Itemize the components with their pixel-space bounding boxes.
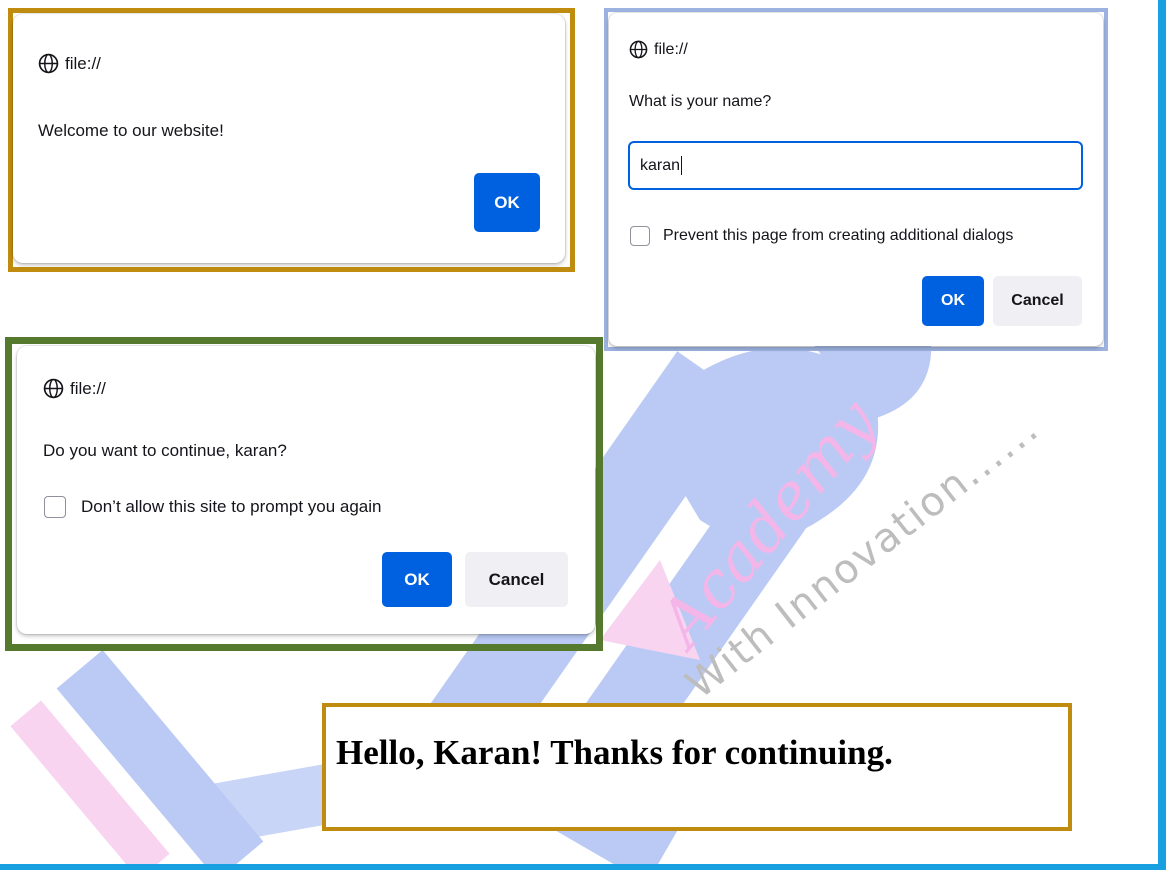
globe-icon — [629, 40, 648, 59]
globe-icon — [43, 378, 64, 399]
prompt-message: What is your name? — [629, 93, 772, 110]
prompt-origin: file:// — [629, 40, 688, 59]
prompt-dialog: file:// What is your name? karan Prevent… — [609, 13, 1103, 346]
result-box: Hello, Karan! Thanks for continuing. — [322, 703, 1072, 831]
confirm-cancel-button[interactable]: Cancel — [465, 552, 568, 607]
confirm-dont-allow-label: Don’t allow this site to prompt you agai… — [81, 497, 382, 516]
confirm-message: Do you want to continue, karan? — [43, 441, 287, 460]
alert-origin: file:// — [38, 53, 101, 74]
prompt-prevent-label: Prevent this page from creating addition… — [663, 227, 1014, 244]
alert-ok-button[interactable]: OK — [474, 173, 540, 232]
confirm-dialog: file:// Do you want to continue, karan? … — [17, 346, 595, 634]
text-caret — [681, 156, 683, 175]
alert-message: Welcome to our website! — [38, 121, 224, 140]
alert-dialog: file:// Welcome to our website! OK — [13, 14, 565, 263]
confirm-dont-allow-checkbox[interactable] — [44, 496, 66, 518]
confirm-origin-label: file:// — [70, 378, 106, 398]
prompt-input-value: karan — [640, 156, 681, 174]
prompt-prevent-checkbox[interactable] — [630, 226, 650, 246]
prompt-origin-label: file:// — [654, 40, 688, 58]
globe-icon — [38, 53, 59, 74]
alert-origin-label: file:// — [65, 53, 101, 73]
prompt-ok-button[interactable]: OK — [922, 276, 984, 326]
confirm-origin: file:// — [43, 378, 106, 399]
confirm-ok-button[interactable]: OK — [382, 552, 452, 607]
result-heading: Hello, Karan! Thanks for continuing. — [336, 733, 893, 772]
prompt-cancel-button[interactable]: Cancel — [993, 276, 1082, 326]
prompt-name-input[interactable]: karan — [628, 141, 1083, 190]
